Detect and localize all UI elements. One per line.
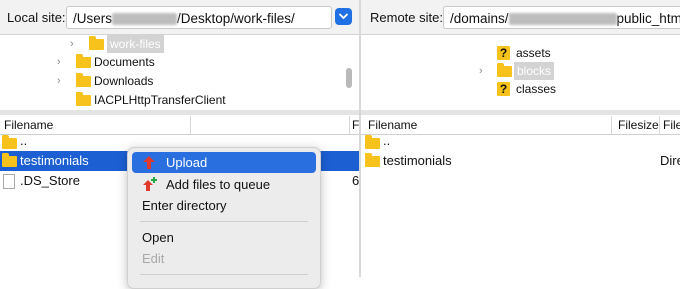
- local-path-dropdown-button[interactable]: [335, 8, 352, 25]
- local-tree-label: Documents: [94, 55, 155, 69]
- menu-item-upload[interactable]: Upload: [132, 152, 316, 173]
- menu-separator: [140, 221, 308, 222]
- folder-icon: [497, 63, 512, 77]
- local-file-size: 6: [352, 173, 360, 188]
- folder-icon: [2, 153, 17, 167]
- menu-item-open[interactable]: Open: [132, 227, 316, 248]
- local-tree-label: work-files: [107, 35, 164, 53]
- upload-arrow-icon: [143, 156, 155, 169]
- unknown-folder-icon: ?: [497, 46, 510, 60]
- local-tree-label: IACPLHttpTransferClient: [94, 93, 226, 107]
- file-icon: [3, 174, 15, 189]
- menu-item-edit[interactable]: Edit: [132, 248, 316, 269]
- local-path-prefix: /Users: [73, 11, 113, 26]
- folder-icon: [365, 135, 380, 149]
- local-tree-label: Downloads: [94, 74, 154, 88]
- folder-icon: [89, 36, 104, 50]
- local-file-name: .DS_Store: [20, 173, 80, 188]
- menu-item-add-to-queue[interactable]: Add files to queue: [132, 174, 316, 195]
- remote-path-prefix: /domains/: [450, 11, 509, 26]
- chevron-right-icon[interactable]: ›: [57, 72, 61, 90]
- local-path-suffix: /Desktop/work-files/: [177, 11, 295, 26]
- folder-icon: [2, 135, 17, 149]
- chevron-right-icon[interactable]: ›: [70, 35, 74, 53]
- remote-file-name: testimonials: [383, 153, 452, 168]
- local-file-name: ..: [20, 133, 28, 148]
- remote-site-bar: Remote site: /domains/public_html/w: [361, 0, 680, 35]
- folder-icon: [76, 54, 91, 68]
- folder-icon: [365, 153, 380, 167]
- remote-file-type: Dire: [660, 153, 680, 168]
- local-tree-scrollbar[interactable]: [346, 68, 352, 88]
- local-site-bar: Local site: /Users/Desktop/work-files/: [0, 0, 359, 35]
- menu-item-open-label: Open: [142, 230, 174, 245]
- remote-file-name: ..: [383, 133, 391, 148]
- menu-item-add-to-queue-label: Add files to queue: [166, 177, 271, 192]
- unknown-folder-icon: ?: [497, 82, 510, 96]
- menu-item-enter-directory[interactable]: Enter directory: [132, 195, 316, 216]
- menu-item-upload-label: Upload: [166, 155, 208, 170]
- chevron-down-icon: [338, 13, 349, 20]
- remote-path-suffix: public_html/w: [616, 11, 680, 26]
- context-menu: Upload Add files to queue Enter director…: [127, 147, 321, 289]
- add-to-queue-icon: [143, 177, 157, 191]
- folder-icon: [76, 73, 91, 87]
- menu-item-edit-label: Edit: [142, 251, 165, 266]
- remote-pane-splitter[interactable]: [361, 110, 680, 115]
- chevron-right-icon[interactable]: ›: [57, 53, 61, 71]
- redacted-username: [112, 13, 178, 26]
- redacted-domain: [508, 13, 617, 26]
- remote-tree-label: assets: [516, 46, 551, 60]
- local-pane-splitter[interactable]: [0, 110, 359, 115]
- local-file-name: testimonials: [20, 153, 89, 168]
- menu-separator: [140, 274, 308, 275]
- remote-path-input[interactable]: /domains/public_html/w: [443, 6, 680, 29]
- local-site-label: Local site:: [7, 10, 66, 25]
- remote-file-row[interactable]: ..: [361, 131, 680, 151]
- chevron-right-icon[interactable]: ›: [479, 62, 483, 80]
- remote-tree-label: blocks: [514, 62, 555, 80]
- remote-tree-label: classes: [516, 82, 557, 96]
- remote-site-label: Remote site:: [370, 10, 443, 25]
- folder-icon: [76, 92, 91, 106]
- local-path-input[interactable]: /Users/Desktop/work-files/: [66, 6, 332, 29]
- remote-file-row[interactable]: testimonials Dire: [361, 151, 680, 171]
- menu-item-enter-directory-label: Enter directory: [142, 198, 227, 213]
